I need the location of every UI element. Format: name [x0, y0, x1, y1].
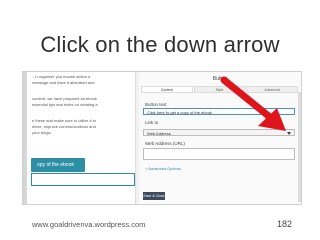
- editor-line: essential tips and tricks on creating a: [32, 102, 98, 107]
- link-to-select[interactable]: Web Address: [143, 129, 295, 136]
- web-address-label: Web Address (URL): [145, 141, 185, 146]
- advanced-options-link[interactable]: + Advanced Options: [145, 166, 181, 171]
- button-text-input[interactable]: Click here to get a copy of the ebook: [143, 108, 295, 115]
- screenshot: ...n orgarizer you mouse action a messag…: [22, 71, 302, 205]
- tab-content[interactable]: Content: [141, 86, 193, 93]
- slide-title: Click on the down arrow: [40, 32, 280, 57]
- editor-line: message and have it absorbed and: [32, 80, 95, 85]
- chevron-down-icon[interactable]: [287, 132, 291, 135]
- link-to-value: Web Address: [147, 131, 171, 136]
- editor-line: your blogs.: [32, 130, 52, 135]
- modal-scrollbar[interactable]: [298, 92, 301, 202]
- page-number: 182: [277, 219, 293, 229]
- button-text-label: Button text: [145, 102, 167, 107]
- editor-pane: ...n orgarizer you mouse action a messag…: [27, 72, 136, 204]
- selected-block-outline: [31, 173, 135, 186]
- modal-tabs: Content Style Advanced: [141, 86, 299, 93]
- button-settings-modal: Button Content Style Advanced Button tex…: [139, 72, 301, 204]
- tab-style[interactable]: Style: [193, 86, 246, 93]
- footer-url: www.goaldrivenva.wordpress.com: [32, 220, 146, 229]
- link-to-label: Link to: [145, 120, 159, 125]
- tab-advanced[interactable]: Advanced: [246, 86, 299, 93]
- modal-title: Button: [212, 76, 228, 82]
- save-close-button[interactable]: Save & Close: [143, 192, 165, 200]
- ebook-button[interactable]: opy of the ebook: [31, 158, 85, 172]
- web-address-input[interactable]: [143, 148, 295, 160]
